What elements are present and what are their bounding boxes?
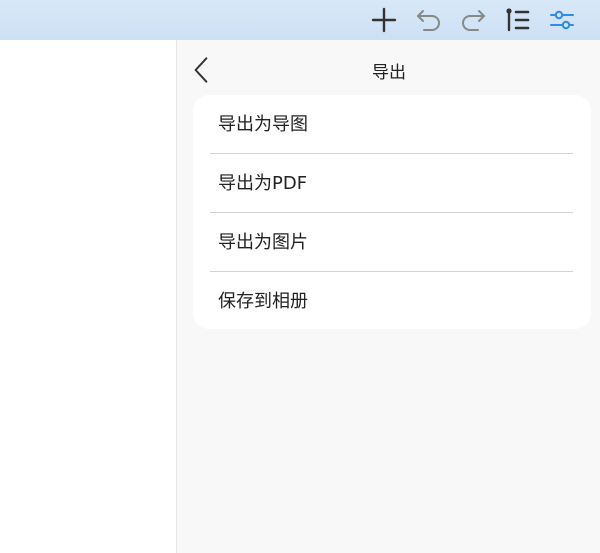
redo-button[interactable]: [457, 4, 489, 36]
export-as-image-item[interactable]: 导出为图片: [193, 213, 591, 272]
add-button[interactable]: [368, 4, 400, 36]
save-to-album-item[interactable]: 保存到相册: [193, 272, 591, 331]
settings-sliders-icon: [550, 10, 574, 30]
menu-item-label: 导出为图片: [218, 232, 308, 253]
menu-item-label: 保存到相册: [218, 291, 308, 312]
top-toolbar: [0, 0, 600, 40]
plus-icon: [371, 7, 397, 33]
undo-button[interactable]: [413, 4, 445, 36]
export-as-mindmap-item[interactable]: 导出为导图: [193, 95, 591, 154]
menu-item-label: 导出为PDF: [218, 173, 308, 194]
redo-icon: [462, 10, 485, 31]
outline-icon: [506, 8, 530, 32]
export-options-card: 导出为导图 导出为PDF 导出为图片 保存到相册: [193, 95, 591, 329]
export-as-pdf-item[interactable]: 导出为PDF: [193, 154, 591, 213]
undo-icon: [417, 10, 440, 31]
mindmap-canvas[interactable]: [0, 40, 176, 553]
outline-button[interactable]: [501, 4, 533, 36]
panel-title: 导出: [372, 63, 406, 83]
export-panel: 导出 导出为导图 导出为PDF 导出为图片 保存到相册: [176, 40, 600, 553]
menu-item-label: 导出为导图: [218, 114, 308, 135]
settings-button[interactable]: [546, 4, 578, 36]
